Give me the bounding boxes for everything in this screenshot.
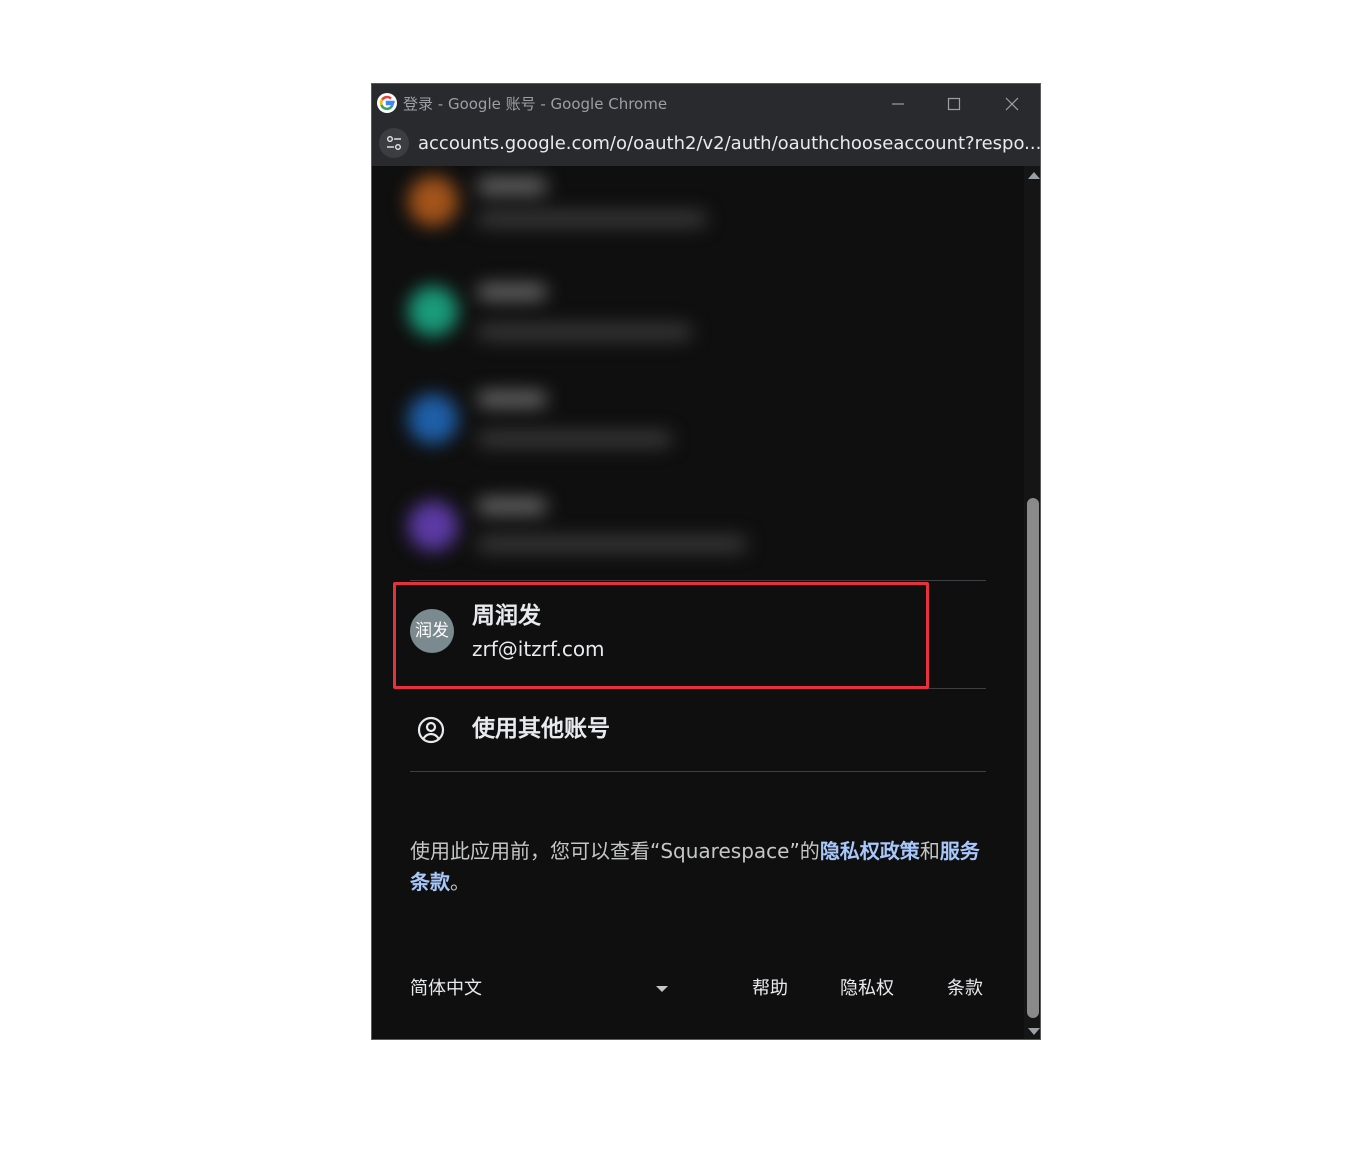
language-selector[interactable]: 简体中文 xyxy=(410,974,672,1004)
dropdown-caret-icon xyxy=(656,986,668,992)
url-text[interactable]: accounts.google.com/o/oauth2/v2/auth/oau… xyxy=(418,133,1040,155)
footer: 简体中文 帮助 隐私权 条款 xyxy=(410,974,986,1004)
close-icon[interactable] xyxy=(1002,94,1022,114)
person-circle-icon xyxy=(417,716,445,744)
scroll-down-icon[interactable] xyxy=(1028,1028,1040,1035)
blurred-accounts xyxy=(372,166,1024,576)
minimize-icon[interactable] xyxy=(888,94,908,114)
consent-and: 和 xyxy=(919,839,940,863)
title-bar: 登录 - Google 账号 - Google Chrome xyxy=(372,84,1040,124)
privacy-link[interactable]: 隐私权 xyxy=(840,974,894,1004)
highlight-box xyxy=(393,582,929,689)
language-label: 简体中文 xyxy=(410,978,482,999)
divider xyxy=(410,771,986,772)
consent-prefix: 使用此应用前，您可以查看“Squarespace”的 xyxy=(410,839,820,863)
scroll-up-icon[interactable] xyxy=(1028,172,1040,179)
maximize-icon[interactable] xyxy=(944,94,964,114)
chrome-popup-window: 登录 - Google 账号 - Google Chrome accounts.… xyxy=(371,83,1041,1040)
scrollbar[interactable] xyxy=(1024,166,1040,1039)
privacy-policy-link[interactable]: 隐私权政策 xyxy=(820,839,920,863)
use-another-account-button[interactable]: 使用其他账号 xyxy=(410,687,986,773)
terms-link[interactable]: 条款 xyxy=(947,974,983,1004)
window-title: 登录 - Google 账号 - Google Chrome xyxy=(403,95,668,113)
consent-text: 使用此应用前，您可以查看“Squarespace”的隐私权政策和服务条款。 xyxy=(410,836,990,898)
address-bar: accounts.google.com/o/oauth2/v2/auth/oau… xyxy=(372,124,1040,166)
help-link[interactable]: 帮助 xyxy=(752,974,788,1004)
scrollbar-thumb[interactable] xyxy=(1027,498,1039,1018)
consent-suffix: 。 xyxy=(450,870,470,894)
site-settings-icon xyxy=(387,136,401,150)
use-another-account-label: 使用其他账号 xyxy=(472,716,610,742)
google-icon xyxy=(377,93,397,113)
account-chooser: 润发 周润发 zrf@itzrf.com 使用其他账号 使用此应用前，您可以查看… xyxy=(372,166,1024,1039)
site-settings-button[interactable] xyxy=(379,128,409,158)
